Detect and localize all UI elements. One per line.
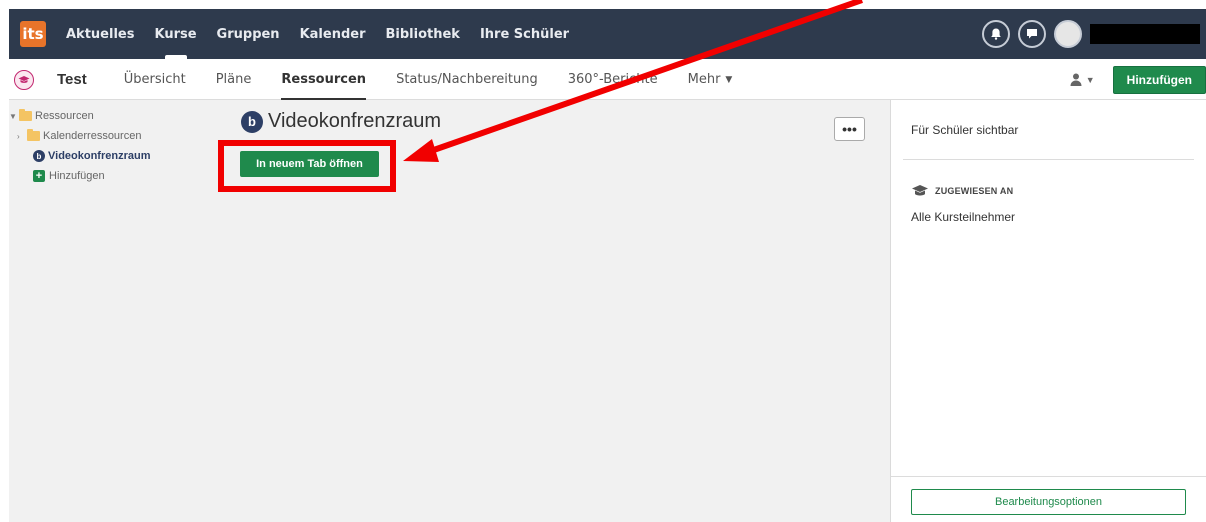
add-button[interactable]: Hinzufügen <box>1112 65 1206 94</box>
top-navigation-bar: its Aktuelles Kurse Gruppen Kalender Bib… <box>9 9 1206 59</box>
divider <box>891 476 1206 477</box>
chevron-down-icon: ▼ <box>9 111 17 121</box>
course-cap-icon <box>14 69 34 90</box>
tab-360-berichte[interactable]: 360°-Berichte <box>553 60 673 100</box>
course-tabs: Übersicht Pläne Ressourcen Status/Nachbe… <box>109 60 748 100</box>
divider <box>903 159 1194 160</box>
chevron-right-icon: › <box>17 131 20 141</box>
course-header: Test Übersicht Pläne Ressourcen Status/N… <box>9 60 1206 100</box>
folder-icon <box>19 109 32 121</box>
plus-icon: + <box>33 170 45 182</box>
assigned-heading: ZUGEWIESEN AN <box>911 184 1013 198</box>
tab-mehr[interactable]: Mehr ▼ <box>673 60 748 100</box>
course-title[interactable]: Test <box>57 71 87 88</box>
nav-aktuelles[interactable]: Aktuelles <box>56 9 144 59</box>
tree-item-kalenderressourcen[interactable]: › Kalenderressourcen <box>9 126 229 146</box>
tree-item-label: Hinzufügen <box>49 170 105 182</box>
resource-title: b Videokonfrenzraum <box>241 110 441 133</box>
chevron-down-icon: ▼ <box>1085 74 1095 85</box>
nav-gruppen[interactable]: Gruppen <box>207 9 290 59</box>
avatar[interactable] <box>1054 20 1082 48</box>
topbar-actions <box>982 20 1206 48</box>
tree-item-label: Videokonfrenzraum <box>48 150 151 162</box>
nav-ihre-schueler[interactable]: Ihre Schüler <box>470 9 579 59</box>
graduation-cap-icon <box>912 185 928 196</box>
chat-icon[interactable] <box>1018 20 1046 48</box>
tab-ressourcen[interactable]: Ressourcen <box>266 60 381 100</box>
tab-plaene[interactable]: Pläne <box>201 60 267 100</box>
tree-item-label: Kalenderressourcen <box>43 130 142 142</box>
tree-item-videokonfrenzraum[interactable]: b Videokonfrenzraum <box>9 146 229 166</box>
bell-icon[interactable] <box>982 20 1010 48</box>
nav-kalender[interactable]: Kalender <box>290 9 376 59</box>
assigned-value: Alle Kursteilnehmer <box>911 210 1016 224</box>
tab-status[interactable]: Status/Nachbereitung <box>381 60 553 100</box>
bigbluebutton-icon: b <box>241 110 263 133</box>
edit-options-button[interactable]: Bearbeitungsoptionen <box>911 489 1186 515</box>
chevron-down-icon: ▼ <box>725 74 733 85</box>
person-icon <box>1070 73 1082 86</box>
open-in-new-tab-button[interactable]: In neuem Tab öffnen <box>240 151 379 177</box>
more-options-button[interactable]: ••• <box>834 117 865 141</box>
person-dropdown[interactable]: ▼ <box>1070 73 1095 86</box>
its-logo[interactable]: its <box>20 21 46 47</box>
main-nav: Aktuelles Kurse Gruppen Kalender Bibliot… <box>56 9 579 59</box>
nav-kurse[interactable]: Kurse <box>144 9 206 59</box>
resource-tree: ▼ Ressourcen › Kalenderressourcen b Vide… <box>9 100 229 522</box>
details-panel: Für Schüler sichtbar ZUGEWIESEN AN Alle … <box>890 100 1206 522</box>
folder-icon <box>27 129 40 141</box>
redacted-username <box>1090 24 1200 44</box>
tree-root-label: Ressourcen <box>35 110 94 122</box>
assigned-heading-text: ZUGEWIESEN AN <box>935 186 1014 196</box>
tab-uebersicht[interactable]: Übersicht <box>109 60 201 100</box>
resource-title-text: Videokonfrenzraum <box>268 110 442 132</box>
tree-item-add[interactable]: + Hinzufügen <box>9 166 229 186</box>
nav-bibliothek[interactable]: Bibliothek <box>376 9 470 59</box>
resource-content: b Videokonfrenzraum ••• In neuem Tab öff… <box>229 100 890 522</box>
course-actions: ▼ Hinzufügen <box>1070 65 1206 94</box>
tab-mehr-label: Mehr <box>687 72 721 87</box>
visibility-status: Für Schüler sichtbar <box>911 123 1019 137</box>
bigbluebutton-icon: b <box>33 150 45 162</box>
tree-root[interactable]: ▼ Ressourcen <box>9 106 229 126</box>
